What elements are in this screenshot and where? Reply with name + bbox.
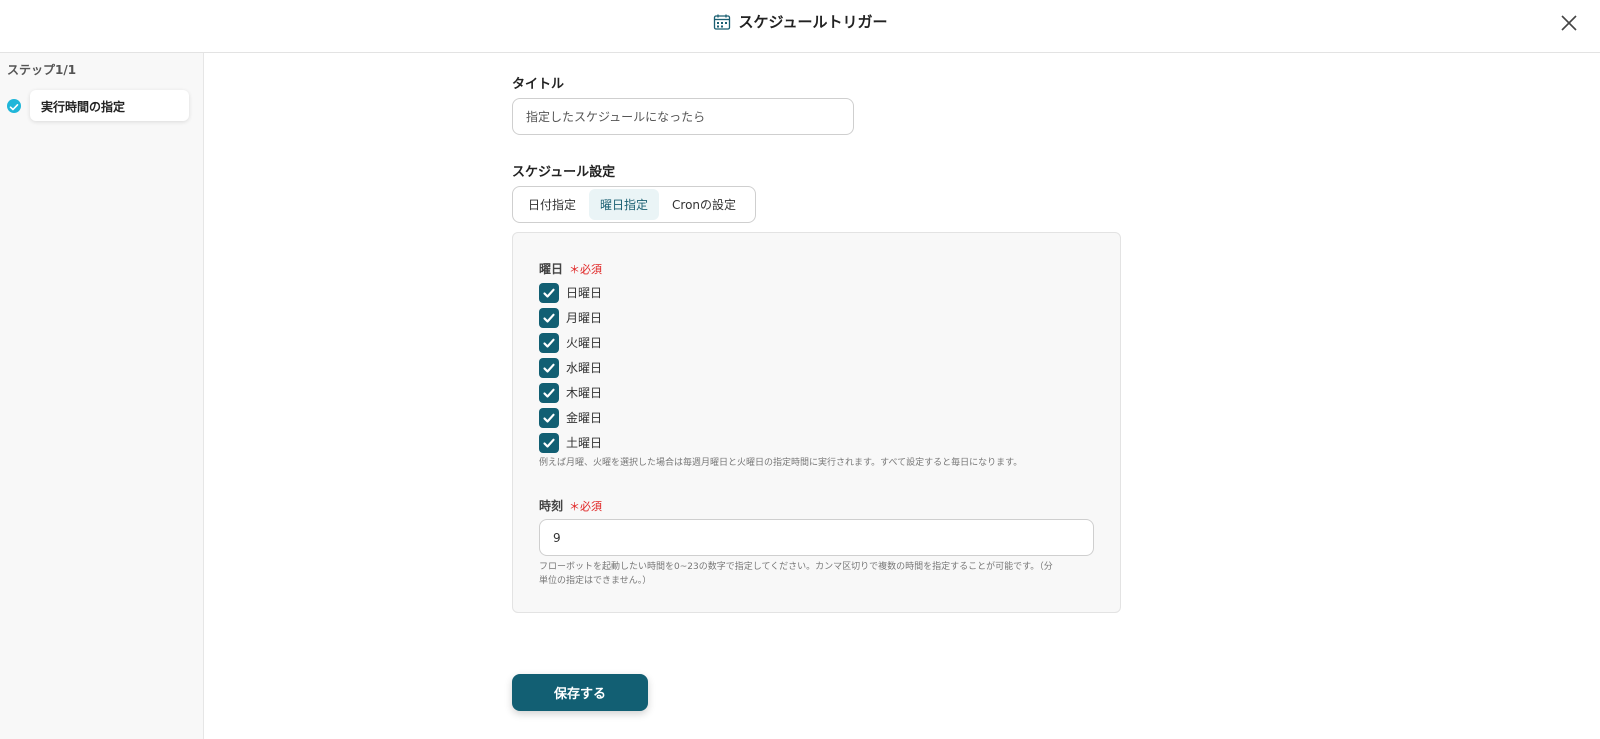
day-checkbox-thursday[interactable]: 木曜日 [539,380,602,405]
time-input[interactable] [539,519,1094,556]
checkbox-checked-icon[interactable] [539,407,559,428]
day-label: 月曜日 [566,311,603,325]
title-input[interactable] [512,98,854,135]
checkbox-checked-icon[interactable] [539,332,559,353]
checkbox-checked-icon[interactable] [539,432,559,453]
time-label: 時刻 [539,499,564,513]
day-label: 土曜日 [566,436,603,450]
close-button[interactable] [1558,12,1580,34]
schedule-tabs: 日付指定 曜日指定 Cronの設定 [512,186,756,223]
tab-weekday[interactable]: 曜日指定 [589,189,660,220]
checkbox-checked-icon[interactable] [539,382,559,403]
modal-header: スケジュールトリガー [0,0,1600,53]
day-checkbox-saturday[interactable]: 土曜日 [539,430,602,455]
weekday-panel: 曜日 ＊必須 日曜日 月曜日 火曜日 水曜日 木曜日 金曜日 土曜日 例えば月曜… [512,232,1121,613]
day-label: 水曜日 [566,361,603,375]
day-checkbox-friday[interactable]: 金曜日 [539,405,602,430]
check-circle-icon [7,99,21,113]
day-label: 日曜日 [566,286,603,300]
day-label: 金曜日 [566,411,603,425]
weekday-hint: 例えば月曜、火曜を選択した場合は毎週月曜日と火曜日の指定時間に実行されます。すべ… [539,458,1023,468]
required-badge: ＊必須 [569,500,603,513]
required-badge: ＊必須 [569,263,603,276]
calendar-icon [713,13,731,31]
page-title: スケジュールトリガー [738,13,888,31]
steps-sidebar: ステップ1/1 実行時間の指定 [0,53,204,739]
tab-date[interactable]: 日付指定 [517,189,587,220]
time-hint-line-1: フローボットを起動したい時間を0~23の数字で指定してください。カンマ区切りで複… [539,562,1053,572]
checkbox-checked-icon[interactable] [539,282,559,303]
day-checkbox-wednesday[interactable]: 水曜日 [539,355,602,380]
save-button[interactable]: 保存する [512,674,648,711]
weekday-label: 曜日 [539,262,564,276]
checkbox-checked-icon[interactable] [539,357,559,378]
title-label: タイトル [512,77,565,92]
day-checkbox-tuesday[interactable]: 火曜日 [539,330,602,355]
tab-cron[interactable]: Cronの設定 [661,189,747,220]
step-count: ステップ1/1 [7,63,77,77]
weekday-field-label: 曜日 ＊必須 [539,260,602,277]
close-icon[interactable] [1558,12,1580,34]
schedule-settings-label: スケジュール設定 [512,165,616,180]
header-title-group: スケジュールトリガー [0,11,1600,32]
day-checkbox-sunday[interactable]: 日曜日 [539,280,602,305]
day-label: 木曜日 [566,386,603,400]
sidebar-item-schedule-time[interactable]: 実行時間の指定 [30,90,189,121]
sidebar-item-label: 実行時間の指定 [41,100,126,114]
day-checkbox-monday[interactable]: 月曜日 [539,305,602,330]
weekday-checkbox-list: 日曜日 月曜日 火曜日 水曜日 木曜日 金曜日 土曜日 [539,280,602,455]
checkbox-checked-icon[interactable] [539,307,559,328]
time-hint-line-2: 単位の指定はできません。） [539,576,652,586]
day-label: 火曜日 [566,336,603,350]
time-hint: フローボットを起動したい時間を0~23の数字で指定してください。カンマ区切りで複… [539,560,1053,588]
time-field-label: 時刻 ＊必須 [539,497,602,514]
